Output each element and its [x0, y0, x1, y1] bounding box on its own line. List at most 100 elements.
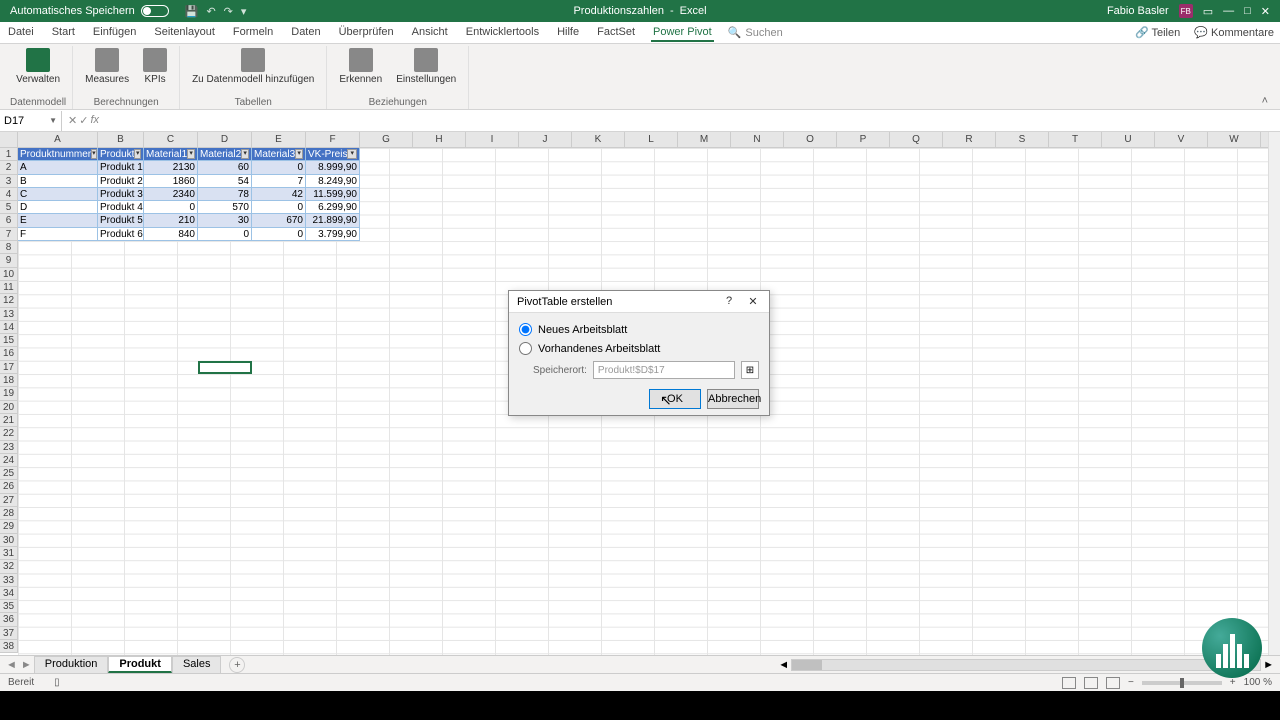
scroll-left-icon[interactable]: ◄ — [778, 659, 789, 671]
row-header-19[interactable]: 19 — [0, 387, 18, 400]
toggle-switch[interactable] — [141, 5, 169, 17]
table-cell[interactable]: 54 — [198, 175, 252, 188]
range-selector-icon[interactable]: ⊞ — [741, 361, 759, 379]
table-cell[interactable]: C — [18, 188, 98, 201]
table-cell[interactable]: 78 — [198, 188, 252, 201]
comments-button[interactable]: 💬 Kommentare — [1194, 26, 1274, 39]
col-header-H[interactable]: H — [413, 132, 466, 147]
table-cell[interactable]: 210 — [144, 214, 198, 227]
row-header-6[interactable]: 6 — [0, 214, 18, 227]
undo-icon[interactable]: ↶ — [206, 5, 215, 18]
filter-icon[interactable]: ▾ — [241, 149, 249, 159]
row-header-1[interactable]: 1 — [0, 148, 18, 161]
col-header-J[interactable]: J — [519, 132, 572, 147]
row-header-27[interactable]: 27 — [0, 494, 18, 507]
menu-tab-factset[interactable]: FactSet — [595, 24, 637, 42]
row-header-33[interactable]: 33 — [0, 574, 18, 587]
menu-tab-hilfe[interactable]: Hilfe — [555, 24, 581, 42]
formula-input[interactable] — [105, 111, 1280, 131]
avatar[interactable]: FB — [1179, 4, 1193, 18]
name-box[interactable]: D17 ▼ — [0, 111, 62, 131]
table-cell[interactable]: B — [18, 175, 98, 188]
table-cell[interactable]: 1860 — [144, 175, 198, 188]
col-header-Q[interactable]: Q — [890, 132, 943, 147]
dialog-titlebar[interactable]: PivotTable erstellen ? ✕ — [509, 291, 769, 313]
vertical-scrollbar[interactable] — [1268, 132, 1280, 655]
table-cell[interactable]: 8.999,90 — [306, 161, 360, 174]
table-cell[interactable]: D — [18, 201, 98, 214]
table-cell[interactable]: Produkt 3 — [98, 188, 144, 201]
table-row[interactable]: AProdukt 121306008.999,90 — [18, 161, 360, 174]
table-cell[interactable]: 60 — [198, 161, 252, 174]
new-worksheet-radio[interactable] — [519, 323, 532, 336]
ribbon-btn-measures[interactable]: Measures — [79, 46, 135, 87]
table-header[interactable]: Material1▾ — [144, 148, 198, 161]
row-header-17[interactable]: 17 — [0, 361, 18, 374]
menu-tab-ansicht[interactable]: Ansicht — [410, 24, 450, 42]
cancel-button[interactable]: Abbrechen — [707, 389, 759, 409]
row-header-7[interactable]: 7 — [0, 228, 18, 241]
row-header-29[interactable]: 29 — [0, 520, 18, 533]
row-header-37[interactable]: 37 — [0, 627, 18, 640]
tell-me-search[interactable]: 🔍 Suchen — [728, 26, 783, 39]
row-header-36[interactable]: 36 — [0, 613, 18, 626]
zoom-out-icon[interactable]: − — [1128, 677, 1134, 688]
table-cell[interactable]: Produkt 6 — [98, 228, 144, 241]
row-header-10[interactable]: 10 — [0, 268, 18, 281]
filter-icon[interactable]: ▾ — [91, 149, 97, 159]
menu-tab-seitenlayout[interactable]: Seitenlayout — [152, 24, 217, 42]
minimize-icon[interactable]: — — [1223, 5, 1234, 17]
sheet-nav-next-icon[interactable]: ► — [21, 659, 32, 671]
ribbon-btn-erkennen[interactable]: Erkennen — [333, 46, 388, 87]
row-header-21[interactable]: 21 — [0, 414, 18, 427]
normal-view-icon[interactable] — [1062, 677, 1076, 689]
menu-tab-datei[interactable]: Datei — [6, 24, 36, 42]
table-header[interactable]: Material3▾ — [252, 148, 306, 161]
row-header-38[interactable]: 38 — [0, 640, 18, 653]
filter-icon[interactable]: ▾ — [295, 149, 303, 159]
filter-icon[interactable]: ▾ — [187, 149, 195, 159]
table-row[interactable]: EProdukt 52103067021.899,90 — [18, 214, 360, 227]
col-header-C[interactable]: C — [144, 132, 198, 147]
table-cell[interactable]: A — [18, 161, 98, 174]
table-cell[interactable]: 8.249,90 — [306, 175, 360, 188]
col-header-P[interactable]: P — [837, 132, 890, 147]
dialog-close-icon[interactable]: ✕ — [745, 295, 761, 308]
zoom-slider[interactable] — [1142, 681, 1222, 685]
col-header-G[interactable]: G — [360, 132, 413, 147]
table-cell[interactable]: 670 — [252, 214, 306, 227]
location-input[interactable] — [593, 361, 735, 379]
row-header-28[interactable]: 28 — [0, 507, 18, 520]
chevron-down-icon[interactable]: ▼ — [49, 116, 57, 125]
row-header-11[interactable]: 11 — [0, 281, 18, 294]
col-header-K[interactable]: K — [572, 132, 625, 147]
row-header-34[interactable]: 34 — [0, 587, 18, 600]
table-row[interactable]: BProdukt 218605478.249,90 — [18, 175, 360, 188]
table-cell[interactable]: 7 — [252, 175, 306, 188]
table-row[interactable]: FProdukt 6840003.799,90 — [18, 228, 360, 241]
col-header-S[interactable]: S — [996, 132, 1049, 147]
close-icon[interactable]: ✕ — [1261, 5, 1270, 18]
autosave-toggle[interactable]: Automatisches Speichern — [4, 5, 175, 17]
existing-worksheet-option[interactable]: Vorhandenes Arbeitsblatt — [519, 342, 759, 355]
col-header-D[interactable]: D — [198, 132, 252, 147]
table-cell[interactable]: 6.299,90 — [306, 201, 360, 214]
sheet-tab-produktion[interactable]: Produktion — [34, 656, 109, 673]
redo-icon[interactable]: ↷ — [224, 5, 233, 18]
col-header-A[interactable]: A — [18, 132, 98, 147]
col-header-F[interactable]: F — [306, 132, 360, 147]
table-header[interactable]: VK-Preis▾ — [306, 148, 360, 161]
row-header-31[interactable]: 31 — [0, 547, 18, 560]
table-cell[interactable]: Produkt 1 — [98, 161, 144, 174]
row-header-23[interactable]: 23 — [0, 441, 18, 454]
row-header-22[interactable]: 22 — [0, 427, 18, 440]
col-header-E[interactable]: E — [252, 132, 306, 147]
macro-record-icon[interactable]: ▯ — [54, 677, 60, 688]
row-header-18[interactable]: 18 — [0, 374, 18, 387]
collapse-ribbon-icon[interactable]: ˄ — [1254, 93, 1276, 109]
filter-icon[interactable]: ▾ — [134, 149, 141, 159]
col-header-M[interactable]: M — [678, 132, 731, 147]
menu-tab-formeln[interactable]: Formeln — [231, 24, 275, 42]
ribbon-btn-kpis[interactable]: KPIs — [137, 46, 173, 87]
row-header-25[interactable]: 25 — [0, 467, 18, 480]
